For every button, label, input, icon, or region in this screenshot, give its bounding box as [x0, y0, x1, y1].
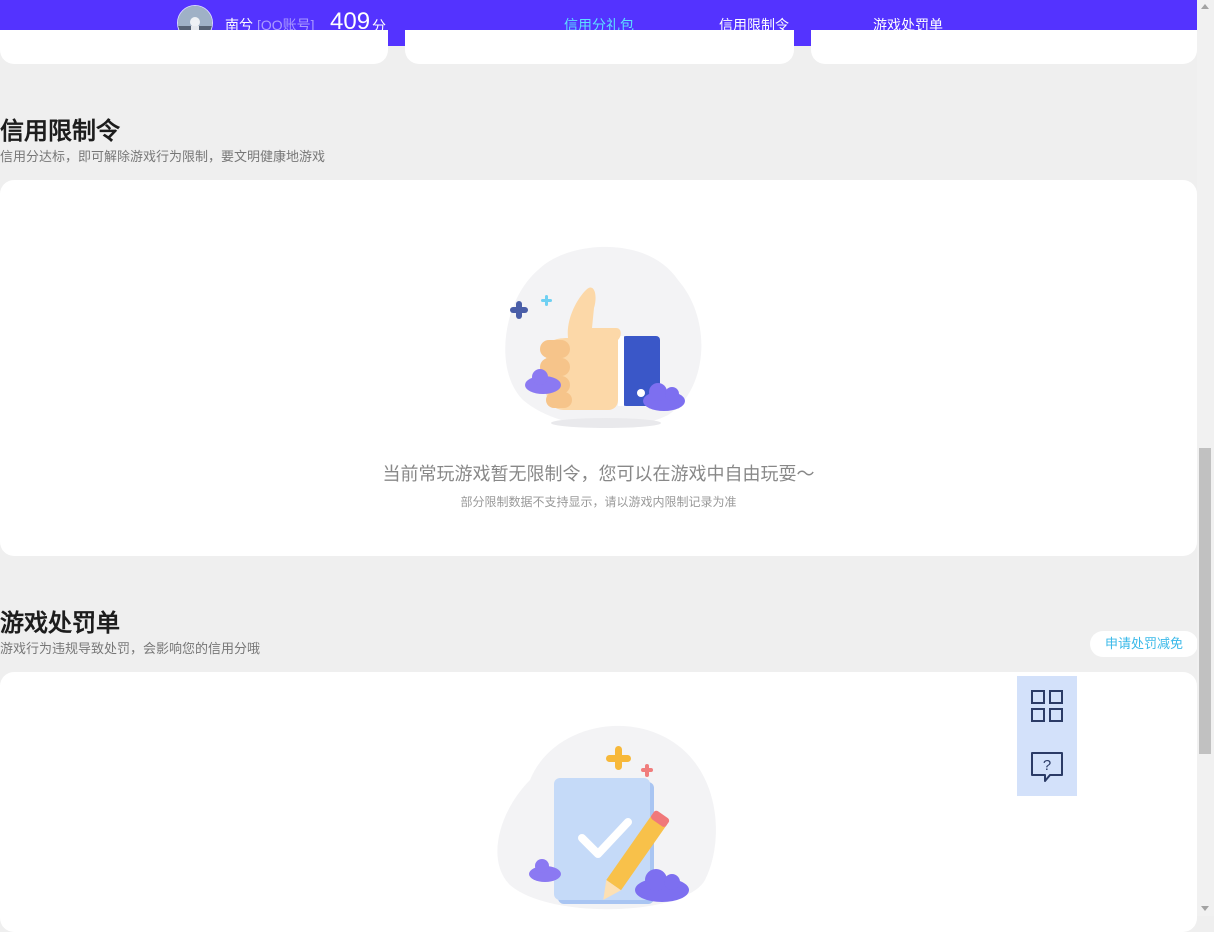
clipboard-check-illustration — [497, 725, 716, 910]
restriction-empty-text: 当前常玩游戏暂无限制令，您可以在游戏中自由玩耍～ — [382, 464, 815, 484]
apply-penalty-reduction-button[interactable]: 申请处罚减免 — [1090, 631, 1198, 657]
scroll-up-arrow-icon[interactable] — [1201, 4, 1209, 9]
gift-card[interactable] — [0, 30, 388, 64]
restriction-section-subtitle: 信用分达标，即可解除游戏行为限制，要文明健康地游戏 — [0, 149, 326, 164]
scrollbar-thumb[interactable] — [1199, 448, 1211, 754]
scroll-down-arrow-icon[interactable] — [1201, 906, 1209, 911]
gift-card[interactable] — [405, 30, 794, 64]
penalty-section-title: 游戏处罚单 — [0, 610, 120, 637]
help-chat-icon: ? — [1031, 752, 1063, 782]
qr-code-icon — [1031, 690, 1063, 722]
gift-card[interactable] — [811, 30, 1197, 64]
help-button[interactable]: ? — [1017, 736, 1077, 796]
restriction-section-title: 信用限制令 — [0, 118, 120, 145]
penalty-section-subtitle: 游戏行为违规导致处罚，会影响您的信用分哦 — [0, 641, 261, 656]
restriction-note: 部分限制数据不支持显示，请以游戏内限制记录为准 — [460, 495, 737, 509]
thumbs-up-illustration — [505, 246, 702, 428]
restriction-card: 当前常玩游戏暂无限制令，您可以在游戏中自由玩耍～ 部分限制数据不支持显示，请以游… — [0, 180, 1197, 556]
svg-text:?: ? — [1043, 757, 1051, 774]
qr-code-button[interactable] — [1017, 676, 1077, 736]
